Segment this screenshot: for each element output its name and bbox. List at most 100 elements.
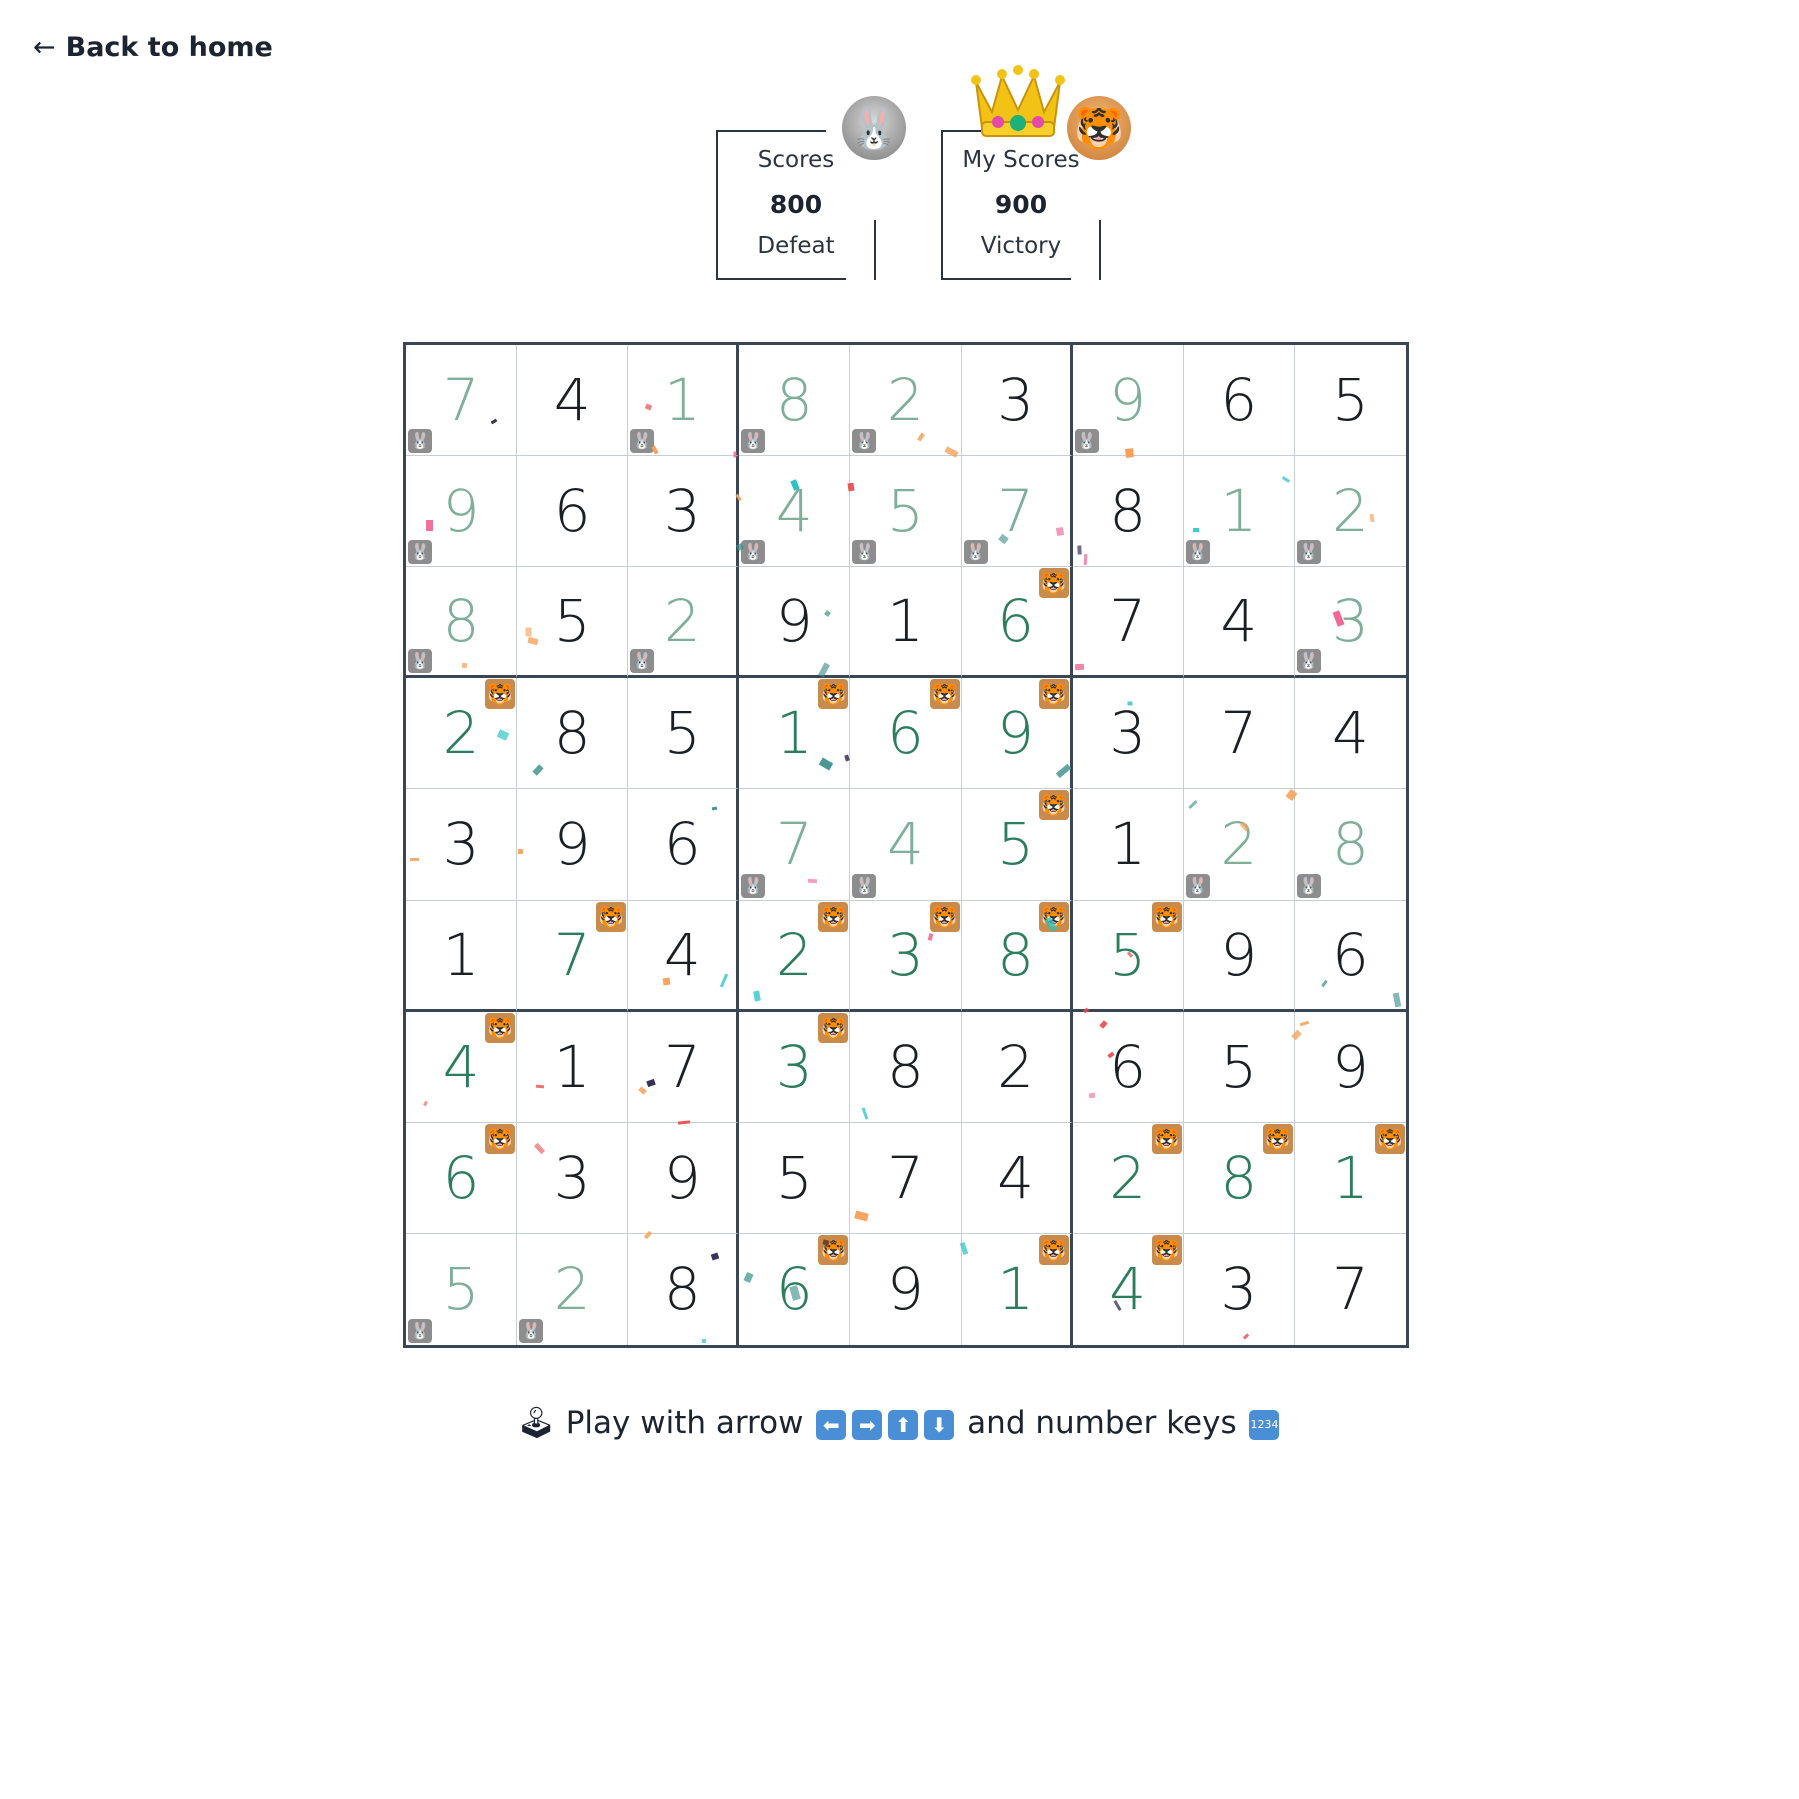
- sudoku-cell[interactable]: 7 🐰: [406, 345, 518, 457]
- cell-digit: 4: [1331, 699, 1369, 768]
- sudoku-cell[interactable]: 9 🐰: [406, 456, 518, 568]
- rabbit-icon: 🐰: [1296, 873, 1321, 898]
- sudoku-cell[interactable]: 7: [1183, 678, 1295, 790]
- cell-digit: 7: [997, 477, 1035, 546]
- sudoku-cell[interactable]: 3: [628, 456, 740, 568]
- sudoku-cell[interactable]: 8: [517, 678, 629, 790]
- sudoku-cell[interactable]: 4: [1294, 678, 1406, 790]
- back-to-home-link[interactable]: ← Back to home: [33, 32, 273, 63]
- sudoku-cell[interactable]: 4 🐰: [739, 456, 851, 568]
- sudoku-cell[interactable]: 9: [850, 1233, 962, 1345]
- sudoku-cell[interactable]: 5 🐰: [406, 1233, 518, 1345]
- sudoku-cell[interactable]: 9 🐰: [1072, 345, 1184, 457]
- sudoku-cell[interactable]: 9: [739, 567, 851, 679]
- sudoku-cell[interactable]: 1: [850, 567, 962, 679]
- sudoku-cell[interactable]: 5: [628, 678, 740, 790]
- sudoku-cell[interactable]: 3: [961, 345, 1073, 457]
- sudoku-cell[interactable]: 9: [517, 789, 629, 901]
- sudoku-cell[interactable]: 8: [628, 1233, 740, 1345]
- sudoku-cell[interactable]: 3: [406, 789, 518, 901]
- sudoku-cell[interactable]: 2 🐯: [739, 900, 851, 1012]
- sudoku-cell[interactable]: 6: [1294, 901, 1406, 1012]
- sudoku-cell[interactable]: 8 🐰: [739, 345, 851, 457]
- rabbit-icon: 🐰: [963, 540, 988, 565]
- sudoku-cell[interactable]: 6: [628, 789, 740, 901]
- sudoku-cell[interactable]: 1 🐯: [1294, 1123, 1406, 1234]
- sudoku-cell[interactable]: 2 🐰: [1183, 789, 1295, 901]
- sudoku-cell[interactable]: 5 🐰: [850, 456, 962, 568]
- sudoku-cell[interactable]: 8 🐰: [406, 567, 518, 679]
- sudoku-cell[interactable]: 2 🐰: [517, 1233, 629, 1345]
- sudoku-cell[interactable]: 6 🐯: [406, 1122, 518, 1234]
- sudoku-cell[interactable]: 8: [850, 1011, 962, 1123]
- sudoku-cell[interactable]: 5: [1294, 345, 1406, 457]
- sudoku-cell[interactable]: 8 🐰: [1294, 789, 1406, 901]
- sudoku-cell[interactable]: 3: [1072, 678, 1184, 790]
- sudoku-cell[interactable]: 5: [739, 1122, 851, 1234]
- cell-digit: 7: [442, 366, 480, 435]
- my-score-card: My Scores 900 Victory: [941, 130, 1101, 280]
- sudoku-cell[interactable]: 4: [628, 900, 740, 1012]
- sudoku-cell[interactable]: 3 🐰: [1294, 567, 1406, 679]
- sudoku-cell[interactable]: 7: [628, 1011, 740, 1123]
- sudoku-cell[interactable]: 5 🐯: [961, 789, 1073, 901]
- sudoku-cell[interactable]: 6: [1072, 1011, 1184, 1123]
- sudoku-cell[interactable]: 1: [406, 900, 518, 1012]
- sudoku-cell[interactable]: 6: [517, 456, 629, 568]
- sudoku-cell[interactable]: 2 🐯: [406, 678, 518, 790]
- sudoku-cell[interactable]: 1: [517, 1011, 629, 1123]
- sudoku-cell[interactable]: 7 🐯: [517, 900, 629, 1012]
- tiger-icon: 🐯: [1038, 1234, 1069, 1265]
- sudoku-cell[interactable]: 3 🐯: [739, 1011, 851, 1123]
- sudoku-cell[interactable]: 7 🐰: [739, 789, 851, 901]
- sudoku-cell[interactable]: 5: [517, 567, 629, 679]
- sudoku-cell[interactable]: 4 🐰: [850, 789, 962, 901]
- sudoku-cell[interactable]: 8 🐯: [1183, 1122, 1295, 1234]
- sudoku-cell[interactable]: 7: [1295, 1234, 1406, 1345]
- cell-digit: 7: [553, 920, 591, 989]
- sudoku-cell[interactable]: 4 🐯: [1073, 1233, 1184, 1345]
- sudoku-cell[interactable]: 7 🐰: [961, 456, 1073, 568]
- tiger-icon: 🐯: [485, 1012, 516, 1043]
- cell-digit: 6: [887, 699, 924, 768]
- sudoku-cell[interactable]: 8: [1072, 456, 1184, 568]
- sudoku-cell[interactable]: 3 🐯: [850, 900, 962, 1012]
- sudoku-cell[interactable]: 6 🐯: [850, 678, 962, 790]
- sudoku-cell[interactable]: 7: [850, 1122, 962, 1234]
- sudoku-cell[interactable]: 4: [1183, 567, 1295, 679]
- my-score-value: 900: [994, 190, 1048, 219]
- sudoku-cell[interactable]: 3: [517, 1122, 629, 1234]
- tiger-icon: 🐯: [1262, 1123, 1293, 1154]
- sudoku-cell[interactable]: 1 🐯: [962, 1233, 1073, 1345]
- sudoku-cell[interactable]: 5 🐯: [1072, 900, 1184, 1012]
- sudoku-cell[interactable]: 2 🐯: [1072, 1122, 1184, 1234]
- sudoku-cell[interactable]: 3: [1184, 1233, 1295, 1345]
- sudoku-cell[interactable]: 8 🐯: [961, 900, 1073, 1012]
- sudoku-cell[interactable]: 9: [1183, 900, 1295, 1012]
- sudoku-cell[interactable]: 2: [961, 1011, 1073, 1123]
- card-frame: [716, 278, 846, 280]
- sudoku-cell[interactable]: 2 🐰: [850, 345, 962, 457]
- cell-digit: 3: [1109, 699, 1147, 768]
- sudoku-cell[interactable]: 6: [1183, 345, 1295, 457]
- cell-digit: 8: [553, 699, 591, 768]
- sudoku-cell[interactable]: 7: [1072, 567, 1184, 679]
- sudoku-cell[interactable]: 1: [1072, 789, 1184, 901]
- rabbit-icon: 🐰: [1296, 649, 1321, 674]
- sudoku-cell[interactable]: 2 🐰: [1294, 456, 1406, 568]
- sudoku-cell[interactable]: 5: [1183, 1011, 1295, 1123]
- sudoku-cell[interactable]: 1 🐰: [1183, 456, 1295, 568]
- sudoku-cell[interactable]: 4: [961, 1122, 1073, 1234]
- sudoku-cell[interactable]: 9 🐯: [961, 678, 1073, 790]
- controls-hint: 🕹 Play with arrow ⬅ ➡ ⬆ ⬇ and number keys 1…: [0, 1404, 1799, 1441]
- sudoku-cell[interactable]: 2 🐰: [628, 567, 740, 679]
- sudoku-cell[interactable]: 6 🐯: [961, 567, 1073, 679]
- sudoku-cell[interactable]: 1 🐯: [739, 678, 851, 790]
- sudoku-cell[interactable]: 9: [1294, 1012, 1406, 1123]
- cell-digit: 1: [1220, 477, 1258, 546]
- sudoku-cell[interactable]: 4 🐯: [406, 1011, 518, 1123]
- sudoku-cell[interactable]: 6 🐯: [739, 1233, 851, 1345]
- sudoku-cell[interactable]: 1 🐰: [628, 345, 740, 457]
- sudoku-cell[interactable]: 4: [517, 345, 629, 457]
- sudoku-cell[interactable]: 9: [628, 1122, 740, 1234]
